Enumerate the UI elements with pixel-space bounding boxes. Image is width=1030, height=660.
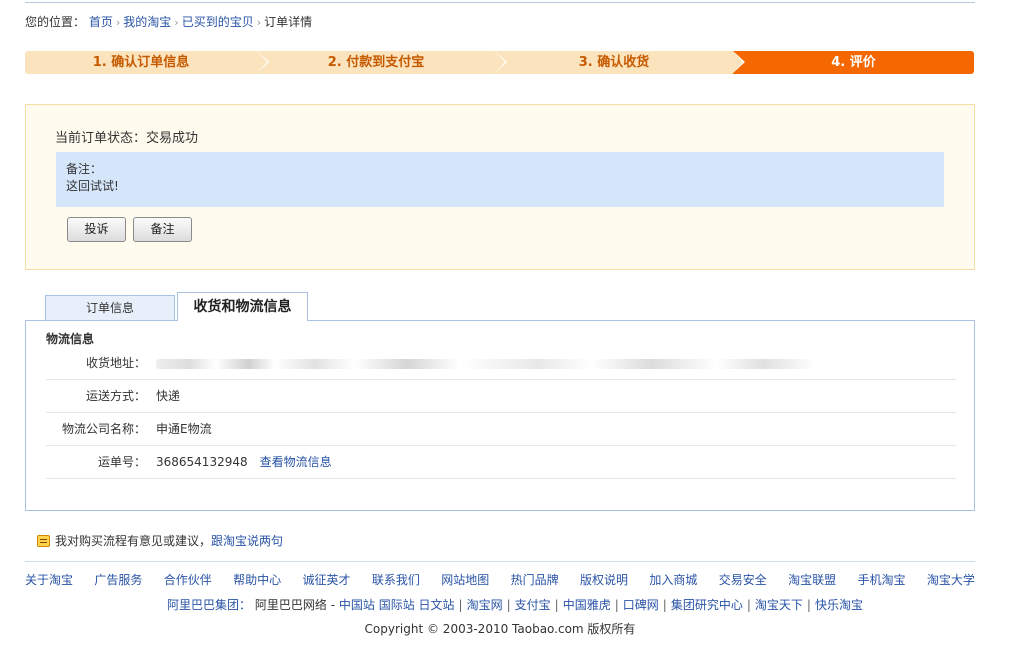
tab-shipping-logistics[interactable]: 收货和物流信息	[177, 292, 308, 321]
footer-links: 关于淘宝 广告服务 合作伙伴 帮助中心 诚征英才 联系我们 网站地图 热门品牌 …	[25, 571, 975, 588]
feedback-link[interactable]: 跟淘宝说两句	[211, 534, 283, 548]
breadcrumb-home[interactable]: 首页	[89, 15, 113, 29]
footer-link-join-mall[interactable]: 加入商城	[649, 571, 697, 588]
address-value-redacted	[156, 347, 816, 382]
order-status: 当前订单状态：交易成功	[55, 127, 198, 146]
group-link-intl[interactable]: 国际站	[379, 598, 415, 612]
view-logistics-link[interactable]: 查看物流信息	[260, 455, 332, 469]
group-link-research[interactable]: 集团研究中心	[671, 598, 743, 612]
tracking-label: 运单号：	[97, 455, 146, 469]
feedback-line: 我对购买流程有意见或建议，跟淘宝说两句	[37, 533, 283, 549]
breadcrumb: 您的位置： 首页 › 我的淘宝 › 已买到的宝贝 › 订单详情	[25, 14, 312, 30]
breadcrumb-prefix: 您的位置：	[25, 15, 86, 29]
group-separator: |	[806, 598, 811, 612]
group-dash: -	[326, 598, 339, 612]
feedback-icon	[37, 535, 50, 547]
tracking-value-group: 368654132948 查看物流信息	[156, 446, 332, 479]
step-pay-alipay: 2. 付款到支付宝	[257, 51, 495, 74]
group-separator: |	[554, 598, 559, 612]
address-label: 收货地址：	[85, 356, 146, 370]
footer-link-ads[interactable]: 广告服务	[94, 571, 142, 588]
group-link-taobao[interactable]: 淘宝网	[467, 598, 503, 612]
group-separator: |	[746, 598, 751, 612]
shipping-method-label: 运送方式：	[85, 389, 146, 403]
group-link-koubei[interactable]: 口碑网	[623, 598, 659, 612]
step-confirm-order: 1. 确认订单信息	[25, 51, 257, 74]
breadcrumb-separator-icon: ›	[174, 16, 179, 29]
remark-text: 这回试试!	[66, 179, 119, 193]
address-row: 收货地址：	[46, 347, 956, 380]
step-review: 4. 评价	[733, 51, 974, 74]
footer-link-copyright[interactable]: 版权说明	[580, 571, 628, 588]
group-link-japan[interactable]: 日文站	[419, 598, 455, 612]
remark-label: 备注：	[66, 162, 103, 176]
order-progress-steps: 1. 确认订单信息 2. 付款到支付宝 3. 确认收货 4. 评价	[25, 51, 974, 74]
top-divider	[25, 2, 975, 3]
step-confirm-receipt: 3. 确认收货	[495, 51, 733, 74]
footer-link-sitemap[interactable]: 网站地图	[441, 571, 489, 588]
group-link-yahoo[interactable]: 中国雅虎	[563, 598, 611, 612]
group-link-alipay[interactable]: 支付宝	[515, 598, 551, 612]
group-label: 阿里巴巴集团：	[167, 598, 252, 612]
breadcrumb-bought-items[interactable]: 已买到的宝贝	[182, 15, 254, 29]
footer-link-mobile[interactable]: 手机淘宝	[858, 571, 906, 588]
logistics-title: 物流信息	[46, 332, 95, 346]
logistics-company-label: 物流公司名称：	[61, 422, 146, 436]
step-arrow-icon	[495, 51, 505, 73]
group-separator: |	[458, 598, 463, 612]
group-separator: |	[662, 598, 667, 612]
alibaba-group-links: 阿里巴巴集团： 阿里巴巴网络 - 中国站 国际站 日文站 | 淘宝网 | 支付宝 | 中国雅…	[0, 596, 1030, 613]
group-alibaba-net: 阿里巴巴网络	[254, 598, 327, 612]
footer-link-alliance[interactable]: 淘宝联盟	[788, 571, 836, 588]
complain-button[interactable]: 投诉	[67, 217, 126, 242]
footer-link-brands[interactable]: 热门品牌	[511, 571, 559, 588]
step-arrow-icon	[257, 51, 267, 73]
footer-link-jobs[interactable]: 诚征英才	[303, 571, 351, 588]
logistics-company-value: 申通E物流	[156, 422, 212, 436]
footer-link-contact[interactable]: 联系我们	[372, 571, 420, 588]
group-link-happy[interactable]: 快乐淘宝	[815, 598, 863, 612]
order-status-panel: 当前订单状态：交易成功 备注： 这回试试! 投诉 备注	[25, 104, 975, 270]
footer-link-help[interactable]: 帮助中心	[233, 571, 281, 588]
breadcrumb-separator-icon: ›	[256, 16, 262, 29]
group-separator: |	[506, 598, 511, 612]
order-status-label: 当前订单状态：	[55, 131, 147, 146]
copyright: Copyright © 2003-2010 Taobao.com 版权所有	[364, 622, 636, 636]
group-link-tianxia[interactable]: 淘宝天下	[755, 598, 803, 612]
footer-link-partners[interactable]: 合作伙伴	[164, 571, 212, 588]
footer-link-security[interactable]: 交易安全	[719, 571, 767, 588]
breadcrumb-separator-icon: ›	[115, 16, 121, 29]
tab-order-info[interactable]: 订单信息	[45, 295, 175, 320]
group-link-china[interactable]: 中国站	[339, 598, 375, 612]
footer-link-about[interactable]: 关于淘宝	[25, 571, 73, 588]
breadcrumb-my-taobao[interactable]: 我的淘宝	[123, 15, 171, 29]
logistics-panel: 物流信息 收货地址： 运送方式： 快递 物流公司名称： 申通E物流 运单号： 3…	[25, 320, 975, 511]
remark-button[interactable]: 备注	[133, 217, 192, 242]
logistics-company-row: 物流公司名称： 申通E物流	[46, 413, 956, 446]
remark-box: 备注： 这回试试!	[56, 152, 944, 207]
step-arrow-icon	[733, 51, 743, 73]
breadcrumb-current: 订单详情	[264, 15, 313, 29]
tracking-row: 运单号： 368654132948 查看物流信息	[46, 446, 956, 479]
footer-link-university[interactable]: 淘宝大学	[927, 571, 975, 588]
group-separator: |	[614, 598, 619, 612]
order-status-value: 交易成功	[146, 131, 199, 146]
tracking-number: 368654132948	[156, 455, 248, 469]
footer-divider	[25, 561, 975, 562]
feedback-text: 我对购买流程有意见或建议，	[55, 534, 212, 548]
shipping-method-row: 运送方式： 快递	[46, 380, 956, 413]
shipping-method-value: 快递	[156, 389, 181, 403]
